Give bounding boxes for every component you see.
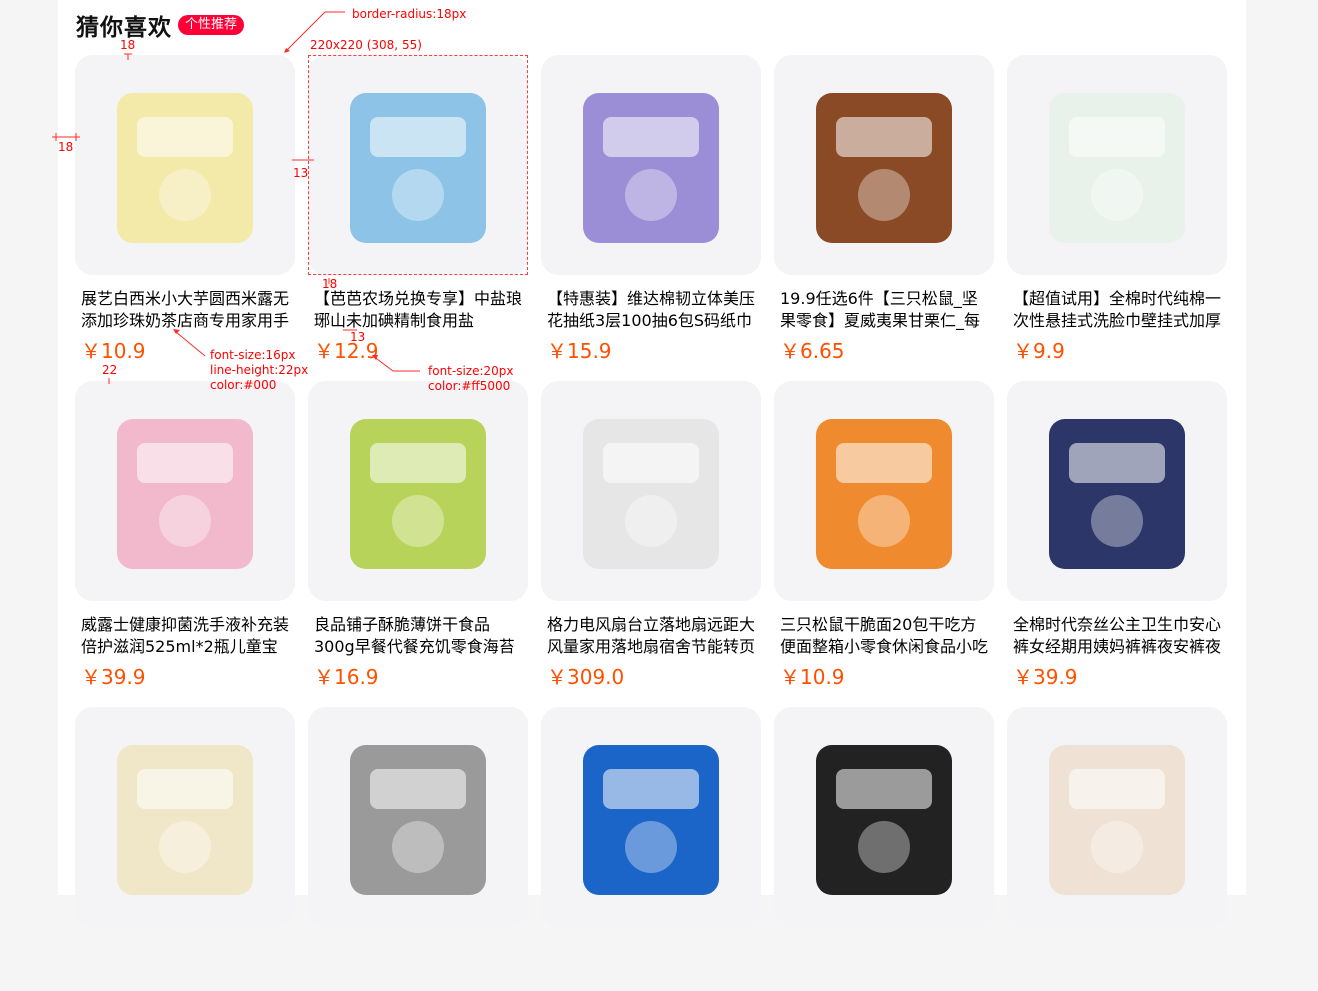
size-guide-box [308,55,528,275]
product-name[interactable]: 展艺白西米小大芋圆西米露无添加珍珠奶茶店商专用家用手 [81,288,293,332]
product-price: ￥9.9 [1013,339,1065,363]
product-name[interactable] [547,940,759,984]
diaper-pack-icon[interactable] [75,707,295,927]
product-name[interactable]: 威露士健康抑菌洗手液补充装倍护滋润525ml*2瓶儿童宝宝 [81,614,293,658]
product-card[interactable]: 【超值试用】全棉时代纯棉一次性悬挂式洗脸巾壁挂式加厚 ￥9.9 [1007,55,1227,363]
size-annotation: 220x220 (308, 55) [310,38,422,52]
product-price: ￥6.65 [780,339,845,363]
product-card[interactable]: 展艺白西米小大芋圆西米露无添加珍珠奶茶店商专用家用手 ￥10.9 [75,55,295,363]
macadamia-nuts-icon[interactable] [774,55,994,275]
product-price: ￥15.9 [547,339,612,363]
name-color-annotation: color:#000 [210,378,277,392]
product-name[interactable] [81,940,293,984]
row-gap-annotation: 22 [102,363,118,377]
product-card[interactable] [308,707,528,991]
face-towel-pack-icon[interactable] [1007,55,1227,275]
wide-leg-pants-icon[interactable] [308,707,528,927]
product-name[interactable] [780,940,992,984]
rice-bags-icon[interactable] [1007,707,1227,927]
product-name[interactable]: 【特惠装】维达棉韧立体美压花抽纸3层100抽6包S码纸巾 [547,288,759,332]
product-card[interactable]: 威露士健康抑菌洗手液补充装倍护滋润525ml*2瓶儿童宝宝 ￥39.9 [75,381,295,689]
inner-gap-annotation: 13 [293,166,309,180]
price-color-annotation: color:#ff5000 [428,379,511,393]
product-card[interactable]: 全棉时代奈丝公主卫生巾安心裤女经期用姨妈裤裤夜安裤夜 ￥39.9 [1007,381,1227,689]
product-name[interactable]: 【芭芭农场兑换专享】中盐琅琊山未加碘精制食用盐 [314,288,526,332]
period-pants-icon[interactable] [1007,381,1227,601]
product-price: ￥39.9 [1013,665,1078,689]
text-gap-annotation: 13 [350,330,366,344]
product-name[interactable]: 【超值试用】全棉时代纯棉一次性悬挂式洗脸巾壁挂式加厚 [1013,288,1225,332]
product-name[interactable]: 良品铺子酥脆薄饼干食品300g早餐代餐充饥零食海苔 [314,614,526,658]
product-card[interactable]: 良品铺子酥脆薄饼干食品300g早餐代餐充饥零食海苔 ￥16.9 [308,381,528,689]
product-card[interactable] [541,707,761,991]
top-gap-annotation: 18 [120,38,136,52]
section-title: 猜你喜欢 [76,15,172,41]
product-card[interactable]: 【特惠装】维达棉韧立体美压花抽纸3层100抽6包S码纸巾 ￥15.9 [541,55,761,363]
name-lineheight-annotation: line-height:22px [210,363,309,377]
product-name[interactable]: 格力电风扇台立落地扇远距大风量家用落地扇宿舍节能转页 [547,614,759,658]
product-card[interactable] [1007,707,1227,991]
product-card[interactable] [75,707,295,991]
product-name[interactable] [314,940,526,984]
product-card[interactable] [774,707,994,991]
hand-soap-bottles-icon[interactable] [75,381,295,601]
electric-fan-icon[interactable] [541,381,761,601]
product-card[interactable]: 三只松鼠干脆面20包干吃方便面整箱小零食休闲食品小吃 ￥10.9 [774,381,994,689]
instant-noodles-icon[interactable] [774,381,994,601]
product-price: ￥309.0 [547,665,625,689]
crackers-icon[interactable] [308,381,528,601]
product-name[interactable]: 三只松鼠干脆面20包干吃方便面整箱小零食休闲食品小吃 [780,614,992,658]
product-name[interactable]: 全棉时代奈丝公主卫生巾安心裤女经期用姨妈裤裤夜安裤夜 [1013,614,1225,658]
personalized-badge[interactable]: 个性推荐 [178,15,245,35]
umbrella-icon[interactable] [774,707,994,927]
product-price: ￥39.9 [81,665,146,689]
product-price: ￥10.9 [780,665,845,689]
section-header: 猜你喜欢 个性推荐 [76,8,245,42]
price-font-annotation: font-size:20px [428,364,514,378]
name-font-annotation: font-size:16px [210,348,296,362]
product-name[interactable]: 19.9任选6件【三只松鼠_坚果零食】夏威夷果甘栗仁_每 [780,288,992,332]
product-card[interactable]: 19.9任选6件【三只松鼠_坚果零食】夏威夷果甘栗仁_每 ￥6.65 [774,55,994,363]
radius-annotation: border-radius:18px [352,7,467,21]
product-price: ￥16.9 [314,665,379,689]
tissue-box-icon[interactable] [541,707,761,927]
sago-package-icon[interactable] [75,55,295,275]
bottom-gap-annotation: 18 [322,277,338,291]
left-gap-annotation: 18 [58,140,74,154]
tissue-pack-icon[interactable] [541,55,761,275]
product-name[interactable] [1013,940,1225,984]
product-price: ￥12.9 [314,339,379,363]
product-card[interactable]: 格力电风扇台立落地扇远距大风量家用落地扇宿舍节能转页 ￥309.0 [541,381,761,689]
